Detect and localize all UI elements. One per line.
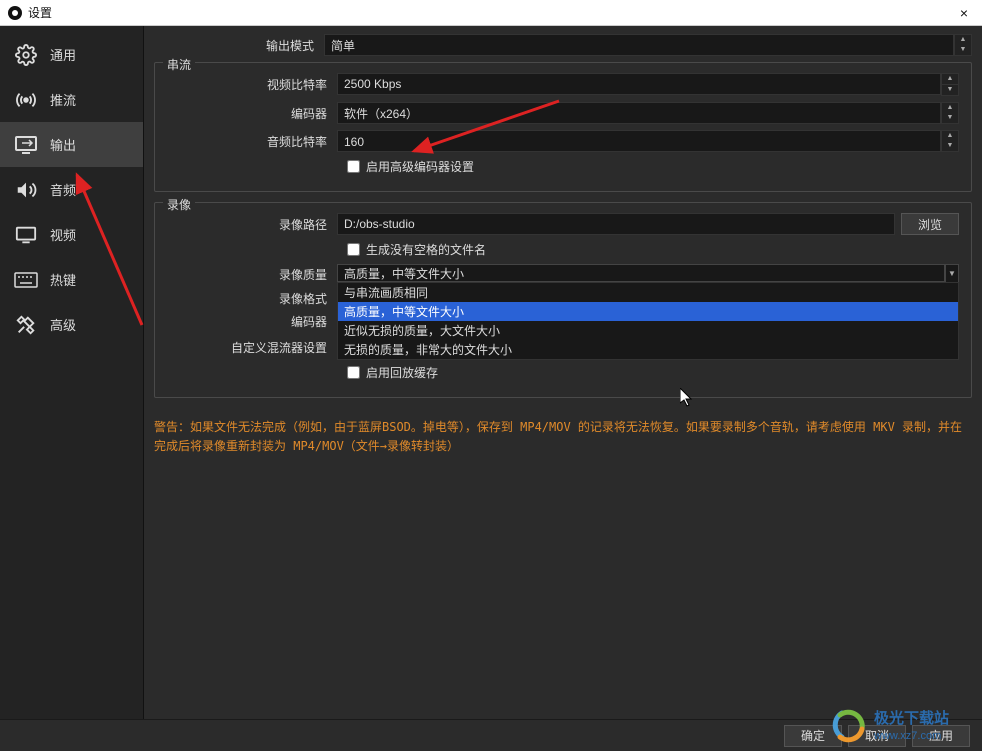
spinner-icon[interactable]: ▲▼ bbox=[941, 73, 959, 96]
monitor-arrow-icon bbox=[14, 133, 38, 157]
dropdown-option[interactable]: 无损的质量，非常大的文件大小 bbox=[338, 340, 958, 359]
cancel-button[interactable]: 取消 bbox=[848, 725, 906, 747]
sidebar-item-label: 输出 bbox=[50, 135, 76, 154]
chevron-down-icon: ▼ bbox=[945, 264, 959, 284]
sidebar-item-general[interactable]: 通用 bbox=[0, 32, 143, 77]
recording-encoder-label: 编码器 bbox=[167, 313, 337, 330]
footer: 确定 取消 应用 bbox=[0, 719, 982, 751]
chevron-updown-icon: ▲▼ bbox=[941, 130, 959, 152]
encoder-value: 软件（x264） bbox=[337, 102, 941, 124]
dropdown-option[interactable]: 高质量，中等文件大小 bbox=[338, 302, 958, 321]
speaker-icon bbox=[14, 178, 38, 202]
sidebar-item-output[interactable]: 输出 bbox=[0, 122, 143, 167]
enable-adv-encoder-checkbox[interactable] bbox=[347, 160, 360, 173]
encoder-select[interactable]: 软件（x264） ▲▼ bbox=[337, 102, 959, 124]
replay-buffer-label: 启用回放缓存 bbox=[366, 364, 438, 381]
app-icon bbox=[8, 6, 22, 20]
audio-bitrate-value: 160 bbox=[337, 130, 941, 152]
sidebar-item-label: 热键 bbox=[50, 270, 76, 289]
chevron-updown-icon: ▲▼ bbox=[954, 34, 972, 56]
recording-quality-value: 高质量，中等文件大小 bbox=[337, 264, 945, 282]
audio-bitrate-select[interactable]: 160 ▲▼ bbox=[337, 130, 959, 152]
recording-quality-select[interactable]: 高质量，中等文件大小 ▼ bbox=[337, 264, 959, 284]
recording-quality-label: 录像质量 bbox=[167, 266, 337, 283]
ok-button[interactable]: 确定 bbox=[784, 725, 842, 747]
sidebar-item-label: 视频 bbox=[50, 225, 76, 244]
titlebar: 设置 × bbox=[0, 0, 982, 26]
stream-group: 串流 视频比特率 ▲▼ 编码器 软件（x264） ▲▼ bbox=[154, 62, 972, 192]
sidebar: 通用 推流 输出 音频 视频 bbox=[0, 26, 144, 719]
recording-group: 录像 录像路径 浏览 生成没有空格的文件名 录像质量 高质量，中等文件大小 bbox=[154, 202, 972, 398]
warning-text: 警告：如果文件无法完成（例如，由于蓝屏BSOD。掉电等），保存到 MP4/MOV… bbox=[154, 418, 972, 456]
video-bitrate-label: 视频比特率 bbox=[167, 76, 337, 93]
sidebar-item-video[interactable]: 视频 bbox=[0, 212, 143, 257]
sidebar-item-hotkeys[interactable]: 热键 bbox=[0, 257, 143, 302]
recording-path-label: 录像路径 bbox=[167, 216, 337, 233]
sidebar-item-label: 通用 bbox=[50, 45, 76, 64]
monitor-icon bbox=[14, 223, 38, 247]
recording-path-input[interactable] bbox=[337, 213, 895, 235]
audio-bitrate-label: 音频比特率 bbox=[167, 133, 337, 150]
chevron-updown-icon: ▲▼ bbox=[941, 102, 959, 124]
sidebar-item-advanced[interactable]: 高级 bbox=[0, 302, 143, 347]
custom-mux-label: 自定义混流器设置 bbox=[167, 339, 337, 356]
recording-format-label: 录像格式 bbox=[167, 290, 337, 307]
apply-button[interactable]: 应用 bbox=[912, 725, 970, 747]
video-bitrate-field[interactable]: ▲▼ bbox=[337, 73, 959, 96]
browse-button[interactable]: 浏览 bbox=[901, 213, 959, 235]
nospace-filename-label: 生成没有空格的文件名 bbox=[366, 241, 486, 258]
recording-quality-dropdown: 与串流画质相同 高质量，中等文件大小 近似无损的质量，大文件大小 无损的质量，非… bbox=[337, 282, 959, 360]
encoder-label: 编码器 bbox=[167, 105, 337, 122]
enable-adv-encoder-label: 启用高级编码器设置 bbox=[366, 158, 474, 175]
sidebar-item-label: 推流 bbox=[50, 90, 76, 109]
sidebar-item-stream[interactable]: 推流 bbox=[0, 77, 143, 122]
close-icon[interactable]: × bbox=[954, 5, 974, 21]
replay-buffer-checkbox[interactable] bbox=[347, 366, 360, 379]
recording-group-title: 录像 bbox=[163, 196, 195, 213]
output-mode-select[interactable]: 简单 ▲▼ bbox=[324, 34, 972, 56]
tools-icon bbox=[14, 313, 38, 337]
dropdown-option[interactable]: 与串流画质相同 bbox=[338, 283, 958, 302]
dropdown-option[interactable]: 近似无损的质量，大文件大小 bbox=[338, 321, 958, 340]
stream-group-title: 串流 bbox=[163, 56, 195, 73]
sidebar-item-audio[interactable]: 音频 bbox=[0, 167, 143, 212]
antenna-icon bbox=[14, 88, 38, 112]
window-title: 设置 bbox=[28, 4, 52, 21]
nospace-filename-checkbox[interactable] bbox=[347, 243, 360, 256]
output-mode-label: 输出模式 bbox=[154, 37, 324, 54]
sidebar-item-label: 音频 bbox=[50, 180, 76, 199]
sidebar-item-label: 高级 bbox=[50, 315, 76, 334]
content-pane: 输出模式 简单 ▲▼ 串流 视频比特率 ▲▼ bbox=[144, 26, 982, 719]
output-mode-value: 简单 bbox=[324, 34, 954, 56]
keyboard-icon bbox=[14, 268, 38, 292]
gear-icon bbox=[14, 43, 38, 67]
video-bitrate-input[interactable] bbox=[337, 73, 941, 95]
